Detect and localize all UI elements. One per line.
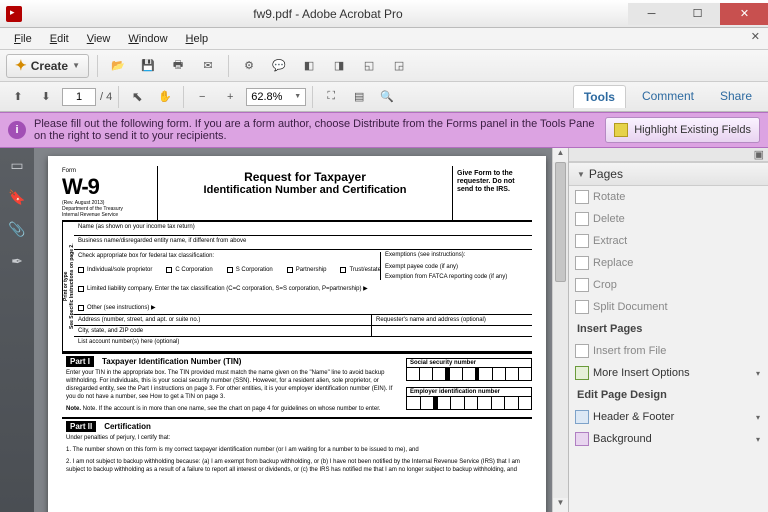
crop-button[interactable]: Crop [569, 274, 768, 296]
zoom-out-icon[interactable]: − [190, 85, 214, 109]
tool4-icon[interactable]: ◲ [387, 54, 411, 78]
requester-field[interactable]: Requester's name and address (optional) [372, 315, 532, 325]
attachments-icon[interactable]: 📎 [8, 220, 26, 238]
comment-icon[interactable]: 💬 [267, 54, 291, 78]
highlight-icon [614, 123, 628, 137]
highlight-label: Highlight Existing Fields [634, 124, 751, 136]
name-field[interactable]: Name (as shown on your income tax return… [74, 222, 532, 236]
part1-label: Part I [66, 356, 94, 367]
window-title: fw9.pdf - Adobe Acrobat Pro [28, 7, 628, 21]
create-label: Create [31, 59, 68, 73]
side-instructions: Print or typeSee Specific Instructions o… [62, 222, 74, 351]
city-field[interactable]: City, state, and ZIP code [74, 326, 372, 336]
more-insert-button[interactable]: More Insert Options▾ [569, 362, 768, 384]
menu-view[interactable]: View [79, 31, 119, 47]
delete-button[interactable]: Delete [569, 208, 768, 230]
checkbox-llc[interactable]: Limited liability company. Enter the tax… [78, 281, 528, 292]
tool2-icon[interactable]: ◨ [327, 54, 351, 78]
form-number: W-9 [62, 174, 153, 200]
checkbox-individual[interactable]: Individual/sole proprietor [78, 267, 152, 273]
tab-comment[interactable]: Comment [632, 85, 704, 108]
give-form-note: Give Form to the requester. Do not send … [452, 166, 532, 220]
page-number-input[interactable] [62, 88, 96, 106]
replace-button[interactable]: Replace [569, 252, 768, 274]
open-icon[interactable]: 📂 [106, 54, 130, 78]
app-icon [6, 6, 22, 22]
signatures-icon[interactable]: ✒ [8, 252, 26, 270]
thumbnails-icon[interactable]: ▭ [8, 156, 26, 174]
close-button[interactable]: ✕ [720, 3, 768, 25]
checkbox-ccorp[interactable]: C Corporation [166, 267, 212, 273]
insert-pages-header: Insert Pages [569, 318, 768, 340]
bookmarks-icon[interactable]: 🔖 [8, 188, 26, 206]
chevron-down-icon: ▼ [72, 61, 80, 70]
page-down-icon[interactable]: ⬇ [34, 85, 58, 109]
close-doc-icon[interactable]: ✕ [751, 30, 760, 43]
tool1-icon[interactable]: ◧ [297, 54, 321, 78]
menu-help[interactable]: Help [178, 31, 217, 47]
search-icon[interactable]: 🔍 [375, 85, 399, 109]
highlight-fields-button[interactable]: Highlight Existing Fields [605, 117, 760, 143]
ssn-field[interactable]: Social security number [406, 358, 532, 381]
form-message: Please fill out the following form. If y… [34, 118, 597, 142]
extract-button[interactable]: Extract [569, 230, 768, 252]
scrollbar-thumb[interactable] [555, 162, 566, 282]
info-icon: i [8, 121, 26, 139]
page-total: / 4 [100, 91, 112, 103]
email-icon[interactable]: ✉ [196, 54, 220, 78]
menu-edit[interactable]: Edit [42, 31, 77, 47]
tab-share[interactable]: Share [710, 85, 762, 108]
insert-from-file-button[interactable]: Insert from File [569, 340, 768, 362]
checkbox-other[interactable]: Other (see instructions) ▶ [78, 300, 528, 311]
edit-page-header: Edit Page Design [569, 384, 768, 406]
zoom-in-icon[interactable]: + [218, 85, 242, 109]
tool3-icon[interactable]: ◱ [357, 54, 381, 78]
menu-file[interactable]: File [6, 31, 40, 47]
rotate-button[interactable]: Rotate [569, 186, 768, 208]
fatca-field[interactable]: Exemption from FATCA reporting code (if … [385, 274, 530, 280]
menu-window[interactable]: Window [120, 31, 175, 47]
ein-field[interactable]: Employer identification number [406, 387, 532, 410]
fit-icon[interactable]: ⛶ [319, 85, 343, 109]
background-button[interactable]: Background▾ [569, 428, 768, 450]
layout-icon[interactable]: ▤ [347, 85, 371, 109]
save-icon[interactable]: 💾 [136, 54, 160, 78]
checkbox-partnership[interactable]: Partnership [287, 267, 327, 273]
page-up-icon[interactable]: ⬆ [6, 85, 30, 109]
hand-icon[interactable]: ✋ [153, 85, 177, 109]
print-icon[interactable]: 🖶 [166, 54, 190, 78]
split-button[interactable]: Split Document [569, 296, 768, 318]
panel-menu-icon[interactable]: ▣ [754, 148, 764, 161]
form-title-2: Identification Number and Certification [162, 184, 448, 196]
address-field[interactable]: Address (number, street, and apt. or sui… [74, 315, 372, 325]
business-field[interactable]: Business name/disregarded entity name, i… [74, 236, 532, 250]
part2-label: Part II [66, 421, 96, 432]
vertical-scrollbar[interactable]: ▲ ▼ [552, 148, 568, 512]
maximize-button[interactable]: ☐ [674, 3, 720, 25]
checkbox-trust[interactable]: Trust/estate [340, 267, 380, 273]
zoom-select[interactable]: 62.8%▼ [246, 88, 306, 106]
minimize-button[interactable]: ─ [628, 3, 674, 25]
account-field[interactable]: List account number(s) here (optional) [74, 337, 532, 351]
pointer-icon[interactable]: ⬉ [125, 85, 149, 109]
gear-icon[interactable]: ⚙ [237, 54, 261, 78]
exempt-payee-field[interactable]: Exempt payee code (if any) [385, 264, 530, 270]
create-button[interactable]: ✦ Create ▼ [6, 54, 89, 78]
checkbox-scorp[interactable]: S Corporation [227, 267, 273, 273]
form-title-1: Request for Taxpayer [162, 170, 448, 184]
pdf-page: Form W-9 (Rev. August 2013) Department o… [48, 156, 546, 512]
plus-icon: ✦ [15, 57, 27, 74]
header-footer-button[interactable]: Header & Footer▾ [569, 406, 768, 428]
section-pages[interactable]: ▼Pages [569, 162, 768, 186]
tab-tools[interactable]: Tools [573, 85, 626, 108]
